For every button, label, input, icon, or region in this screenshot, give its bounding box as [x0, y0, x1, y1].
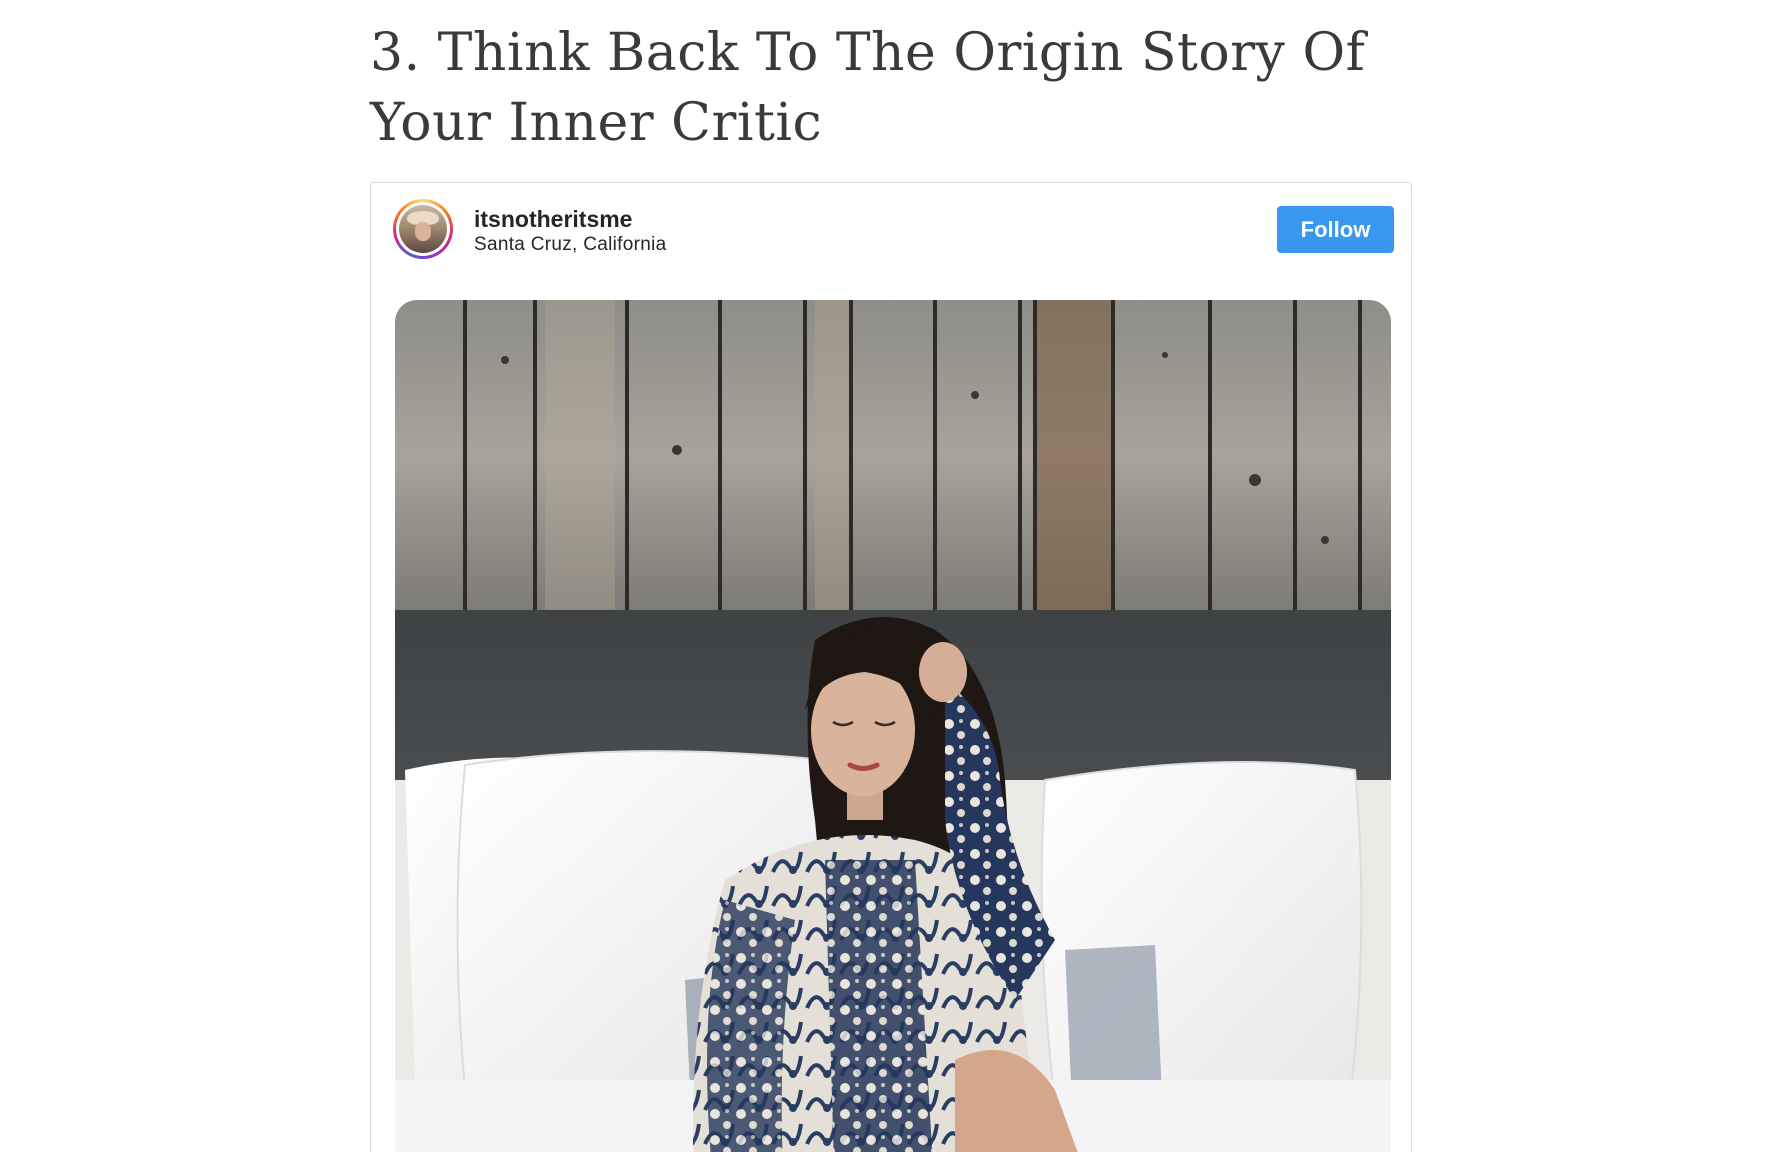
follow-button[interactable]: Follow — [1277, 206, 1394, 253]
profile-avatar[interactable] — [393, 199, 453, 259]
avatar-photo — [399, 205, 447, 253]
post-photo[interactable] — [395, 300, 1391, 1152]
instagram-embed: itsnotheritsme Santa Cruz, California Fo… — [370, 182, 1412, 1152]
article-heading: 3. Think Back To The Origin Story Of You… — [370, 23, 1366, 153]
post-location[interactable]: Santa Cruz, California — [474, 234, 666, 256]
profile-username[interactable]: itsnotheritsme — [474, 206, 632, 233]
